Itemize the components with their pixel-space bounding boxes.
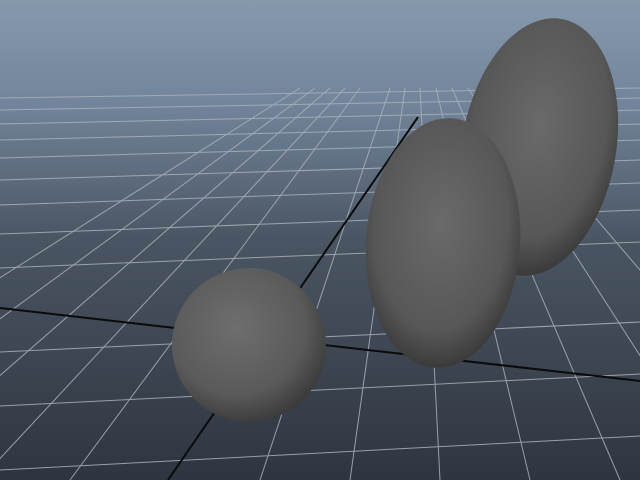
sphere-shape[interactable] <box>172 268 326 422</box>
sphere[interactable] <box>172 268 326 422</box>
3d-viewport[interactable] <box>0 0 640 480</box>
viewport-canvas[interactable] <box>0 0 640 480</box>
